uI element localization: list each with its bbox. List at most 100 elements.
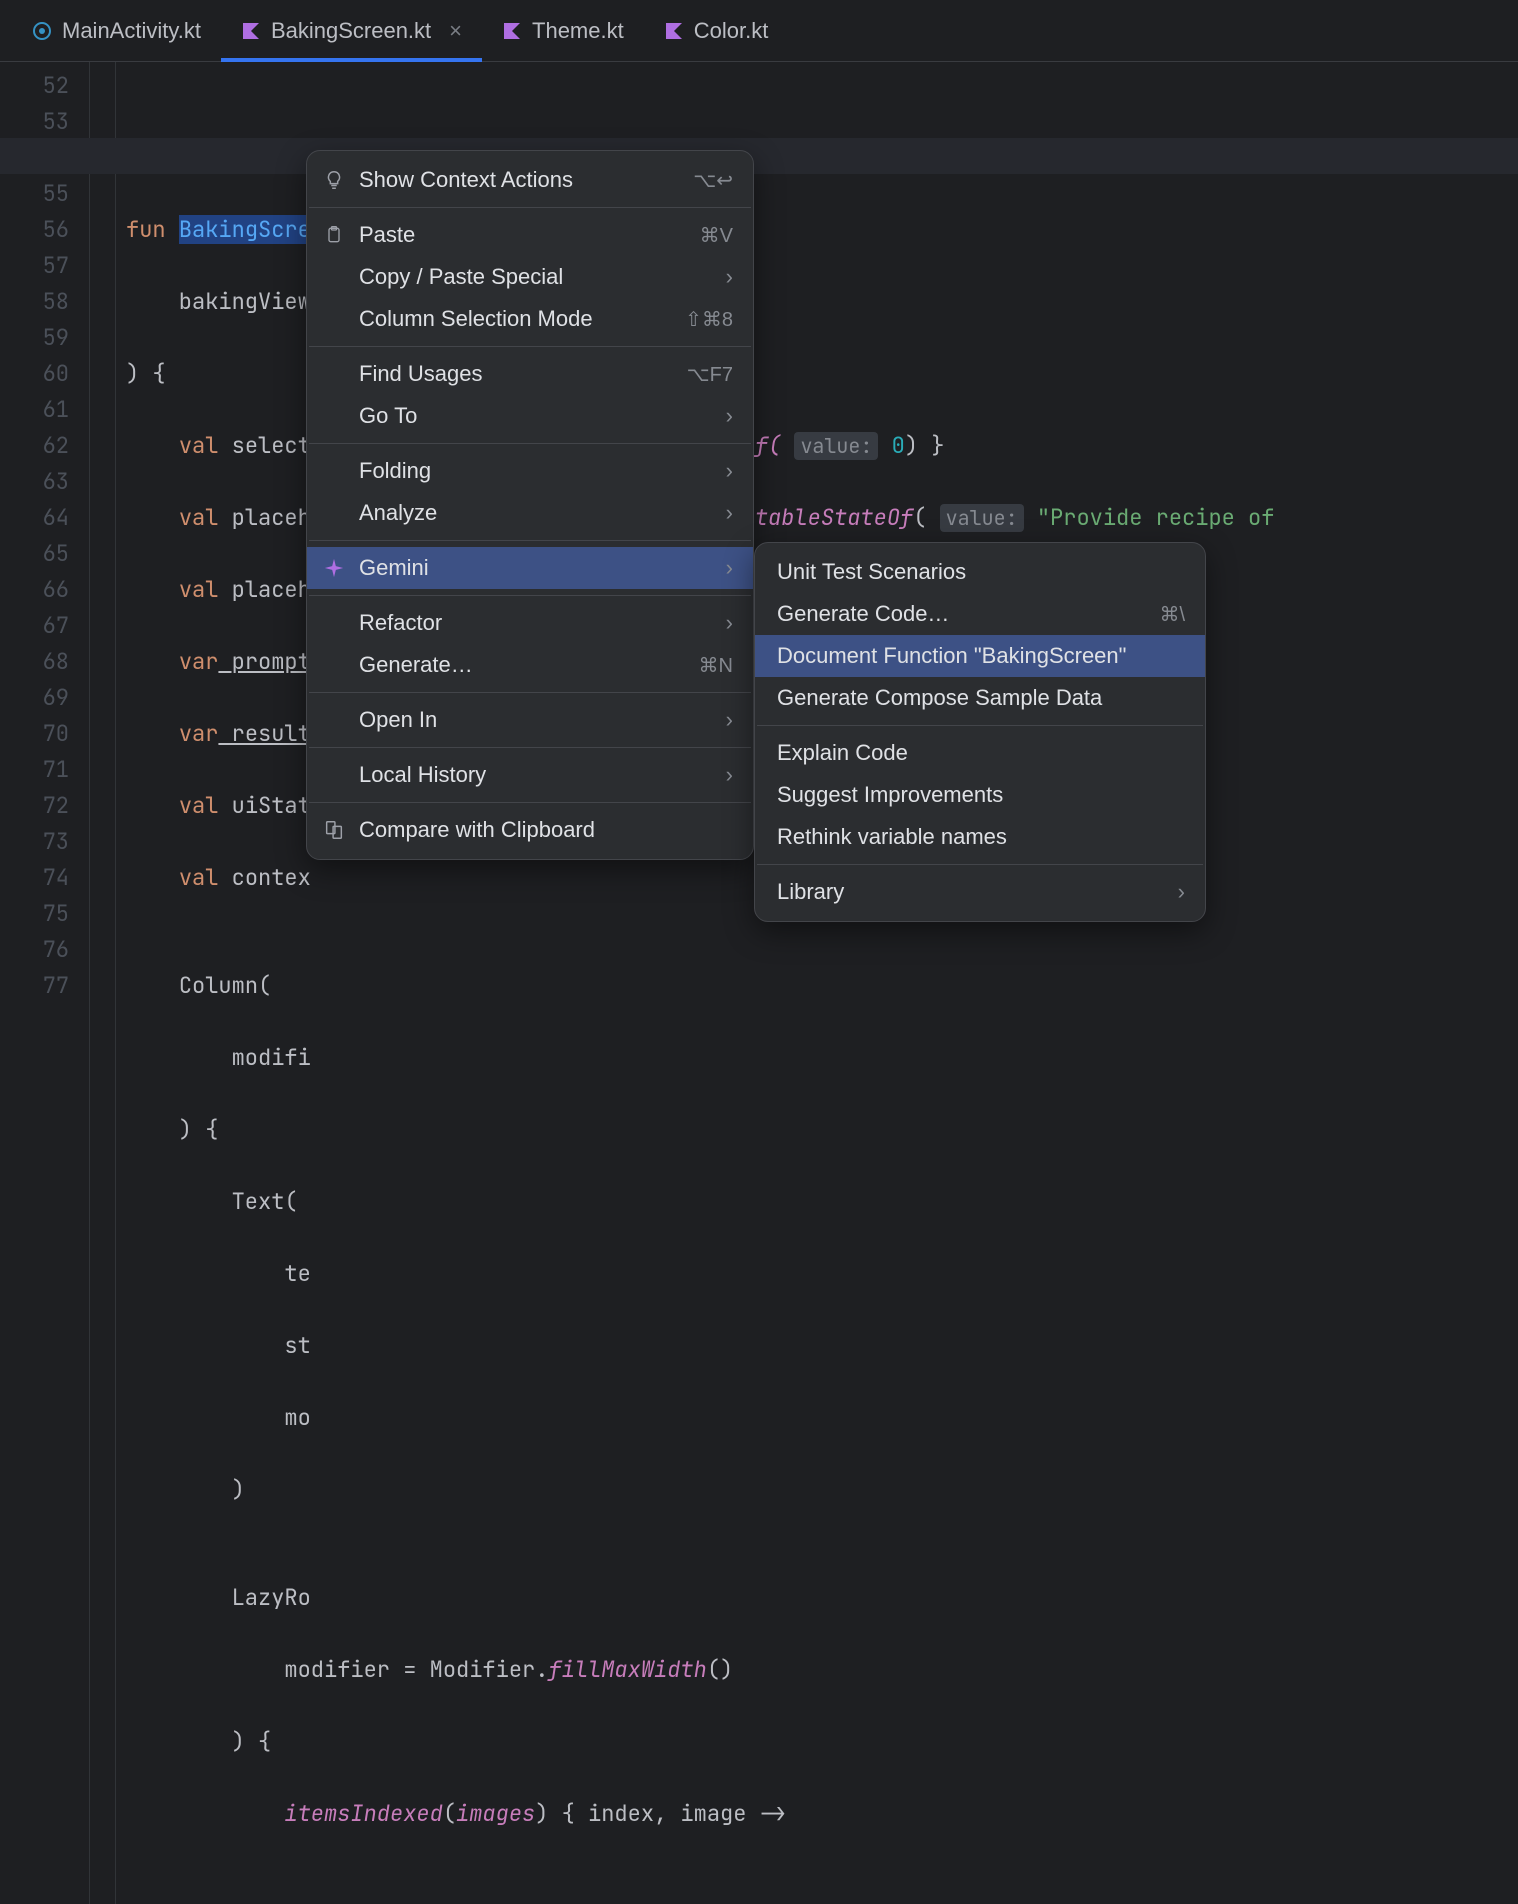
menu-item-rethink-names[interactable]: Rethink variable names: [755, 816, 1205, 858]
menu-item-label: Rethink variable names: [777, 824, 1007, 850]
menu-item-label: Find Usages: [359, 361, 483, 387]
line-number-gutter: 5253545556575859606162636465666768697071…: [0, 62, 90, 1904]
gemini-submenu: Unit Test Scenarios Generate Code… ⌘\ Do…: [754, 542, 1206, 922]
code-line: itemsIndexed(images) { index, image ->: [126, 1796, 1274, 1832]
diff-icon: [321, 819, 347, 841]
menu-item-label: Document Function "BakingScreen": [777, 643, 1126, 669]
folding-column: [90, 62, 116, 1904]
menu-item-label: Folding: [359, 458, 431, 484]
menu-item-library[interactable]: Library ›: [755, 871, 1205, 913]
chevron-right-icon: ›: [726, 458, 733, 484]
editor-tab-bar: MainActivity.kt BakingScreen.kt × Theme.…: [0, 0, 1518, 62]
code-line: mo: [126, 1400, 1274, 1436]
menu-item-shortcut: ⇧⌘8: [685, 307, 733, 332]
menu-item-label: Column Selection Mode: [359, 306, 593, 332]
menu-item-shortcut: ⌘\: [1159, 602, 1185, 627]
context-menu: Show Context Actions ⌥↩ Paste ⌘V Copy / …: [306, 150, 754, 860]
menu-item-folding[interactable]: Folding ›: [307, 450, 753, 492]
menu-separator: [309, 443, 751, 444]
tab-baking-screen[interactable]: BakingScreen.kt ×: [221, 0, 482, 61]
chevron-right-icon: ›: [726, 762, 733, 788]
menu-item-generate-compose-data[interactable]: Generate Compose Sample Data: [755, 677, 1205, 719]
menu-item-go-to[interactable]: Go To ›: [307, 395, 753, 437]
menu-item-label: Unit Test Scenarios: [777, 559, 966, 585]
close-icon[interactable]: ×: [449, 20, 462, 42]
kotlin-file-icon: [502, 21, 522, 41]
tab-label: MainActivity.kt: [62, 18, 201, 44]
menu-item-column-selection[interactable]: Column Selection Mode ⇧⌘8: [307, 298, 753, 340]
menu-separator: [757, 864, 1203, 865]
menu-item-open-in[interactable]: Open In ›: [307, 699, 753, 741]
code-line: modifi: [126, 1040, 1274, 1076]
menu-item-gemini[interactable]: Gemini ›: [307, 547, 753, 589]
clipboard-icon: [321, 225, 347, 245]
menu-separator: [757, 725, 1203, 726]
menu-separator: [309, 346, 751, 347]
code-line: Text(: [126, 1184, 1274, 1220]
menu-separator: [309, 540, 751, 541]
tab-label: BakingScreen.kt: [271, 18, 431, 44]
code-line: ) {: [126, 1112, 1274, 1148]
menu-item-shortcut: ⌥↩: [693, 168, 733, 193]
menu-item-label: Generate…: [359, 652, 473, 678]
code-line: ) {: [126, 1724, 1274, 1760]
menu-item-suggest-improvements[interactable]: Suggest Improvements: [755, 774, 1205, 816]
menu-item-label: Analyze: [359, 500, 437, 526]
tab-label: Color.kt: [694, 18, 769, 44]
code-line: ): [126, 1472, 1274, 1508]
tab-color[interactable]: Color.kt: [644, 0, 789, 61]
menu-item-copy-paste-special[interactable]: Copy / Paste Special ›: [307, 256, 753, 298]
menu-item-shortcut: ⌥F7: [687, 362, 733, 387]
menu-item-local-history[interactable]: Local History ›: [307, 754, 753, 796]
code-line: modifier = Modifier.fillMaxWidth(): [126, 1652, 1274, 1688]
menu-item-shortcut: ⌘V: [700, 223, 733, 248]
menu-separator: [309, 692, 751, 693]
menu-item-label: Show Context Actions: [359, 167, 573, 193]
chevron-right-icon: ›: [1178, 879, 1185, 905]
menu-item-generate-code[interactable]: Generate Code… ⌘\: [755, 593, 1205, 635]
menu-item-label: Refactor: [359, 610, 442, 636]
code-line: te: [126, 1256, 1274, 1292]
menu-separator: [309, 595, 751, 596]
kotlin-file-icon: [241, 21, 261, 41]
kotlin-file-icon: [664, 21, 684, 41]
menu-item-label: Open In: [359, 707, 437, 733]
chevron-right-icon: ›: [726, 555, 733, 581]
menu-item-label: Go To: [359, 403, 417, 429]
code-line: LazyRo: [126, 1580, 1274, 1616]
menu-item-paste[interactable]: Paste ⌘V: [307, 214, 753, 256]
code-editor[interactable]: 5253545556575859606162636465666768697071…: [0, 62, 1518, 1904]
tab-theme[interactable]: Theme.kt: [482, 0, 644, 61]
kotlin-main-icon: [32, 21, 52, 41]
menu-item-show-context-actions[interactable]: Show Context Actions ⌥↩: [307, 159, 753, 201]
menu-item-document-function[interactable]: Document Function "BakingScreen": [755, 635, 1205, 677]
menu-item-explain-code[interactable]: Explain Code: [755, 732, 1205, 774]
menu-item-find-usages[interactable]: Find Usages ⌥F7: [307, 353, 753, 395]
menu-item-label: Suggest Improvements: [777, 782, 1003, 808]
menu-item-label: Copy / Paste Special: [359, 264, 563, 290]
menu-separator: [309, 207, 751, 208]
menu-item-label: Compare with Clipboard: [359, 817, 595, 843]
gemini-sparkle-icon: [321, 557, 347, 579]
chevron-right-icon: ›: [726, 500, 733, 526]
tab-main-activity[interactable]: MainActivity.kt: [12, 0, 221, 61]
menu-item-label: Generate Code…: [777, 601, 949, 627]
menu-item-refactor[interactable]: Refactor ›: [307, 602, 753, 644]
menu-item-label: Paste: [359, 222, 415, 248]
menu-item-label: Generate Compose Sample Data: [777, 685, 1102, 711]
menu-item-label: Explain Code: [777, 740, 908, 766]
chevron-right-icon: ›: [726, 264, 733, 290]
code-line: st: [126, 1328, 1274, 1364]
menu-item-unit-test[interactable]: Unit Test Scenarios: [755, 551, 1205, 593]
bulb-icon: [321, 169, 347, 191]
menu-item-compare-clipboard[interactable]: Compare with Clipboard: [307, 809, 753, 851]
chevron-right-icon: ›: [726, 403, 733, 429]
menu-separator: [309, 802, 751, 803]
chevron-right-icon: ›: [726, 707, 733, 733]
menu-item-shortcut: ⌘N: [699, 653, 733, 678]
menu-item-generate[interactable]: Generate… ⌘N: [307, 644, 753, 686]
chevron-right-icon: ›: [726, 610, 733, 636]
menu-item-analyze[interactable]: Analyze ›: [307, 492, 753, 534]
current-line-highlight: [0, 138, 1518, 174]
menu-item-label: Library: [777, 879, 844, 905]
